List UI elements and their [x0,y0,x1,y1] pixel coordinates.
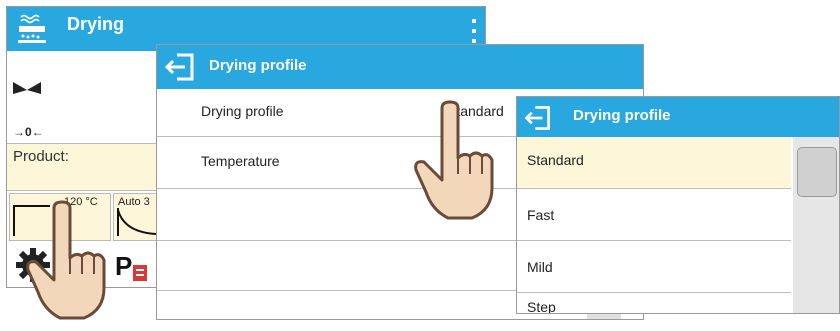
drying-app-icon [15,11,49,45]
option-fast[interactable]: Fast [517,189,791,241]
zero-marker: →0← [13,125,44,139]
row-label: Drying profile [201,103,284,119]
option-standard[interactable]: Standard [517,137,791,189]
kebab-menu-icon[interactable] [469,17,479,45]
option-mild[interactable]: Mild [517,241,791,293]
pointing-hand-icon [412,100,498,228]
exit-back-icon[interactable] [523,103,553,133]
options-header: Drying profile [517,97,839,137]
product-label: Product: [13,148,69,165]
main-title: Drying [67,14,125,34]
option-step[interactable]: Step [517,293,791,313]
print-report-icon[interactable]: P [113,247,153,285]
options-panel: Drying profile Standard Fast Mild Step [516,96,840,314]
stability-marker-icon [13,81,41,94]
svg-text:P: P [115,251,132,281]
profile-header: Drying profile [157,45,643,89]
exit-back-icon[interactable] [163,50,197,84]
auto-tile-label: Auto 3 [118,196,150,208]
profile-panel-title: Drying profile [209,57,307,74]
options-panel-title: Drying profile [573,107,671,124]
auto-curve-icon [116,208,160,238]
row-label: Temperature [201,153,280,169]
pointing-hand-icon [24,200,110,326]
scrollbar-thumb[interactable] [797,147,837,197]
